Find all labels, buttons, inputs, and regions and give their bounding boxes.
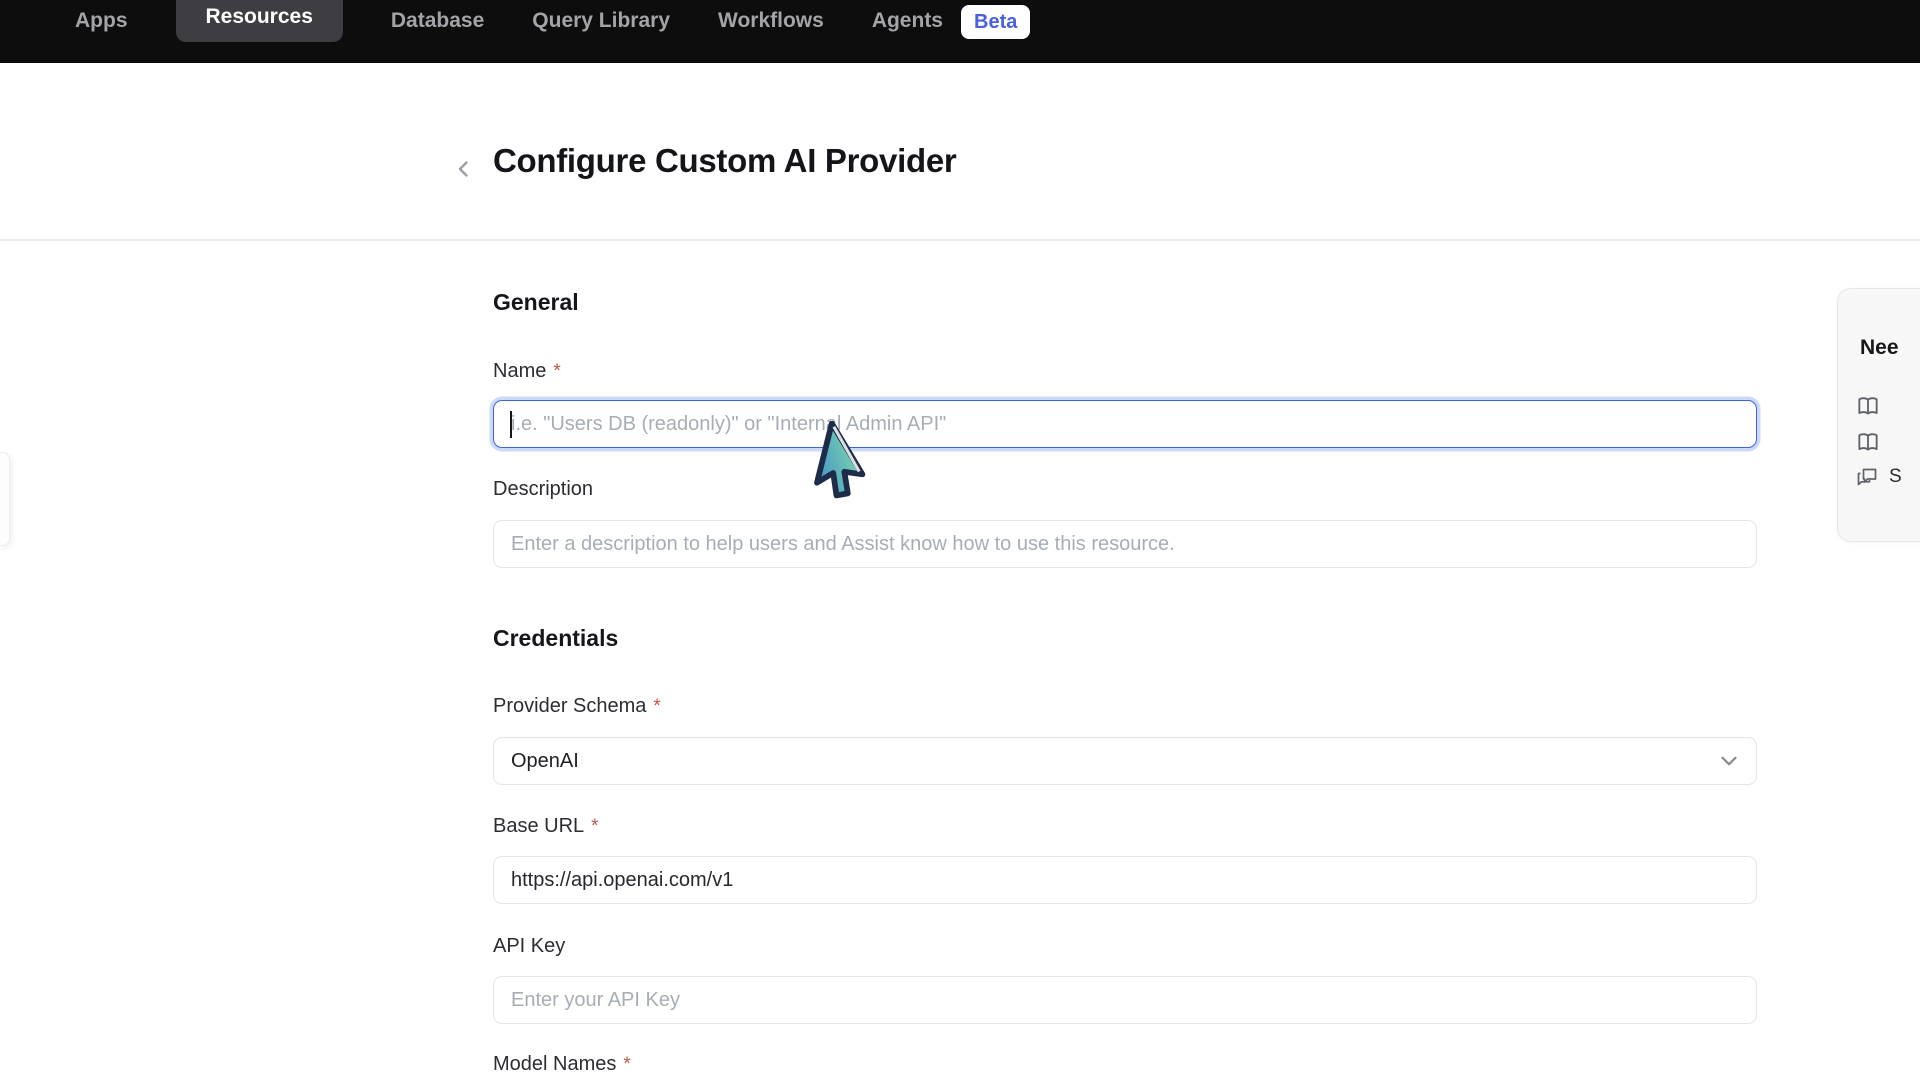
help-link-support[interactable]: S bbox=[1855, 465, 1902, 489]
provider-schema-select[interactable]: OpenAI bbox=[493, 737, 1757, 785]
name-label: Name * bbox=[493, 360, 561, 383]
model-names-label: Model Names * bbox=[493, 1053, 631, 1076]
required-asterisk: * bbox=[623, 1053, 630, 1076]
base-url-input[interactable] bbox=[493, 856, 1757, 904]
book-icon bbox=[1855, 429, 1881, 455]
header-divider bbox=[0, 239, 1920, 241]
help-link-docs-1[interactable] bbox=[1855, 393, 1891, 419]
name-input[interactable] bbox=[493, 400, 1757, 448]
api-key-label-text: API Key bbox=[493, 935, 565, 958]
description-label: Description bbox=[493, 478, 593, 501]
required-asterisk: * bbox=[653, 695, 660, 718]
provider-schema-selected-value: OpenAI bbox=[511, 750, 579, 773]
credentials-section-heading: Credentials bbox=[493, 625, 618, 652]
back-button[interactable] bbox=[449, 152, 479, 186]
top-navbar: Apps Resources Database Query Library Wo… bbox=[0, 0, 1920, 63]
general-section-heading: General bbox=[493, 289, 579, 316]
name-label-text: Name bbox=[493, 360, 546, 383]
required-asterisk: * bbox=[553, 360, 560, 383]
model-names-label-text: Model Names bbox=[493, 1053, 616, 1076]
book-icon bbox=[1855, 393, 1881, 419]
help-panel: Nee S bbox=[1837, 288, 1920, 542]
chat-icon bbox=[1855, 465, 1879, 489]
nav-item-workflows[interactable]: Workflows bbox=[718, 0, 824, 36]
base-url-label-text: Base URL bbox=[493, 815, 584, 838]
text-caret bbox=[510, 411, 512, 438]
nav-item-apps[interactable]: Apps bbox=[75, 0, 128, 36]
left-edge-card-sliver bbox=[0, 452, 10, 546]
nav-item-query-library[interactable]: Query Library bbox=[532, 0, 670, 36]
nav-item-resources[interactable]: Resources bbox=[176, 0, 343, 42]
beta-badge: Beta bbox=[961, 5, 1030, 39]
api-key-label: API Key bbox=[493, 935, 565, 958]
nav-item-agents[interactable]: Agents bbox=[872, 0, 943, 36]
page-title: Configure Custom AI Provider bbox=[493, 142, 956, 180]
nav-item-database[interactable]: Database bbox=[391, 0, 484, 36]
chevron-down-icon bbox=[1716, 748, 1742, 774]
help-link-label: S bbox=[1889, 466, 1902, 488]
description-label-text: Description bbox=[493, 478, 593, 501]
description-input[interactable] bbox=[493, 520, 1757, 568]
help-link-docs-2[interactable] bbox=[1855, 429, 1891, 455]
provider-schema-label-text: Provider Schema bbox=[493, 695, 646, 718]
provider-schema-label: Provider Schema * bbox=[493, 695, 661, 718]
api-key-input[interactable] bbox=[493, 976, 1757, 1024]
chevron-left-icon bbox=[452, 157, 476, 181]
help-panel-title: Nee bbox=[1860, 336, 1899, 360]
base-url-label: Base URL * bbox=[493, 815, 599, 838]
required-asterisk: * bbox=[591, 815, 598, 838]
